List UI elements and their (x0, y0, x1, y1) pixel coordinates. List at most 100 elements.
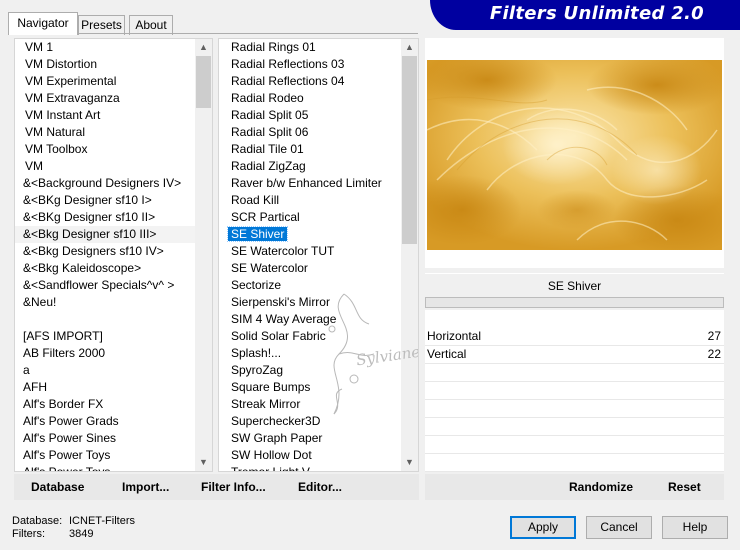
filter-item[interactable]: Radial Tile 01 (219, 141, 401, 158)
right-button-bar: Randomize Reset (425, 474, 724, 500)
tab-about[interactable]: About (129, 15, 173, 35)
preview-image (427, 60, 722, 250)
reset-button[interactable]: Reset (668, 474, 701, 500)
filter-item-label: Tremor Light V... (231, 465, 319, 471)
filters-count-value: 3849 (69, 528, 94, 540)
param-row-empty (425, 454, 724, 472)
filter-item-label: SpyroZag (231, 363, 284, 377)
filter-item[interactable]: Radial Rings 01 (219, 39, 401, 56)
tab-presets[interactable]: Presets (78, 15, 125, 35)
param-row-empty (425, 436, 724, 454)
filters-count-label: Filters: (12, 528, 45, 540)
database-button[interactable]: Database (31, 474, 84, 500)
param-value[interactable]: 27 (708, 328, 721, 345)
filter-item[interactable]: Radial Split 06 (219, 124, 401, 141)
progress-bar (425, 297, 724, 308)
apply-button[interactable]: Apply (510, 516, 576, 539)
filter-item-label: Superchecker3D (231, 414, 321, 428)
filter-item[interactable]: SE Watercolor (219, 260, 401, 277)
preview-area (425, 38, 724, 268)
filter-item[interactable]: Tremor Light V... (219, 464, 401, 471)
filter-item[interactable]: Radial Reflections 03 (219, 56, 401, 73)
category-item[interactable]: Alf's Border FX (15, 396, 195, 413)
param-row-vertical[interactable]: Vertical 22 (425, 346, 724, 364)
category-item[interactable]: Alf's Power Toys (15, 447, 195, 464)
filter-item-label: Radial Reflections 03 (231, 57, 345, 71)
category-item[interactable]: &<Bkg Kaleidoscope> (15, 260, 195, 277)
filter-item-label: SW Hollow Dot (231, 448, 312, 462)
scroll-down-arrow-icon[interactable]: ▼ (195, 454, 212, 471)
category-item[interactable]: VM Natural (15, 124, 195, 141)
filter-item[interactable]: SCR Partical (219, 209, 401, 226)
scroll-up-arrow-icon[interactable]: ▲ (195, 39, 212, 56)
filter-item-label: SW Graph Paper (231, 431, 323, 445)
category-item[interactable]: &<Background Designers IV> (15, 175, 195, 192)
database-value: ICNET-Filters (69, 515, 135, 527)
tab-navigator[interactable]: Navigator (8, 12, 78, 35)
cancel-button[interactable]: Cancel (586, 516, 652, 539)
param-row-empty (425, 364, 724, 382)
scroll-up-arrow-icon[interactable]: ▲ (401, 39, 418, 56)
filter-item-label: SE Shiver (226, 226, 289, 242)
category-item[interactable]: VM Distortion (15, 56, 195, 73)
category-item[interactable]: VM 1 (15, 39, 195, 56)
category-item[interactable]: Alf's Power Toys (15, 464, 195, 471)
param-label: Horizontal (427, 329, 482, 343)
category-item[interactable]: &<BKg Designer sf10 II> (15, 209, 195, 226)
database-info: Database: ICNET-Filters Filters: 3849 (12, 515, 135, 541)
filter-item[interactable]: SW Hollow Dot (219, 447, 401, 464)
category-item[interactable]: VM (15, 158, 195, 175)
left-button-bar: Database Import... Filter Info... Editor… (14, 474, 419, 500)
category-item (15, 311, 195, 328)
randomize-button[interactable]: Randomize (569, 474, 633, 500)
category-item[interactable]: Alf's Power Grads (15, 413, 195, 430)
category-scroll-thumb[interactable] (196, 56, 211, 108)
param-label: Vertical (427, 347, 467, 361)
category-item[interactable]: a (15, 362, 195, 379)
filter-title: SE Shiver (425, 273, 724, 297)
editor-button[interactable]: Editor... (298, 474, 342, 500)
category-item[interactable]: &<Sandflower Specials^v^ > (15, 277, 195, 294)
param-value[interactable]: 22 (708, 346, 721, 363)
filter-item-label: Radial ZigZag (231, 159, 306, 173)
param-row-horizontal[interactable]: Horizontal 27 (425, 328, 724, 346)
import-button[interactable]: Import... (122, 474, 169, 500)
help-button[interactable]: Help (662, 516, 728, 539)
filter-info-button[interactable]: Filter Info... (201, 474, 266, 500)
filter-item[interactable]: Radial Split 05 (219, 107, 401, 124)
category-item[interactable]: VM Toolbox (15, 141, 195, 158)
category-item[interactable]: Alf's Power Sines (15, 430, 195, 447)
filter-item[interactable]: SE Watercolor TUT (219, 243, 401, 260)
category-item[interactable]: &<BKg Designer sf10 I> (15, 192, 195, 209)
filter-item-selected[interactable]: SE Shiver (219, 226, 401, 243)
category-item[interactable]: &<Bkg Designers sf10 IV> (15, 243, 195, 260)
category-item[interactable]: VM Extravaganza (15, 90, 195, 107)
filter-item-label: Radial Tile 01 (231, 142, 304, 156)
category-item[interactable]: &<Bkg Designer sf10 III> (15, 226, 195, 243)
category-item[interactable]: AFH (15, 379, 195, 396)
category-item[interactable]: &Neu! (15, 294, 195, 311)
filter-item-label: Radial Split 06 (231, 125, 309, 139)
filter-item-label: SCR Partical (231, 210, 300, 224)
category-item[interactable]: [AFS IMPORT] (15, 328, 195, 345)
param-row-empty (425, 418, 724, 436)
filter-item[interactable]: Radial Rodeo (219, 90, 401, 107)
filter-item[interactable]: Radial ZigZag (219, 158, 401, 175)
title-banner: Filters Unlimited 2.0 (430, 0, 740, 30)
filter-scroll-thumb[interactable] (402, 56, 417, 244)
category-scrollbar[interactable]: ▲ ▼ (195, 39, 212, 471)
filter-item-label: Radial Reflections 04 (231, 74, 345, 88)
scroll-down-arrow-icon[interactable]: ▼ (401, 454, 418, 471)
filter-item-label: Raver b/w Enhanced Limiter (231, 176, 382, 190)
category-item[interactable]: VM Experimental (15, 73, 195, 90)
param-row-empty (425, 382, 724, 400)
filter-item[interactable]: Road Kill (219, 192, 401, 209)
filter-item[interactable]: Raver b/w Enhanced Limiter (219, 175, 401, 192)
category-list[interactable]: VM 1 VM Distortion VM Experimental VM Extra… (15, 39, 195, 471)
filter-item[interactable]: Radial Reflections 04 (219, 73, 401, 90)
category-item[interactable]: AB Filters 2000 (15, 345, 195, 362)
category-item[interactable]: VM Instant Art (15, 107, 195, 124)
filter-list-panel: Radial Rings 01 Radial Reflections 03 Radi… (218, 38, 419, 472)
filter-item-label: Square Bumps (231, 380, 311, 394)
filter-item-label: Road Kill (231, 193, 280, 207)
